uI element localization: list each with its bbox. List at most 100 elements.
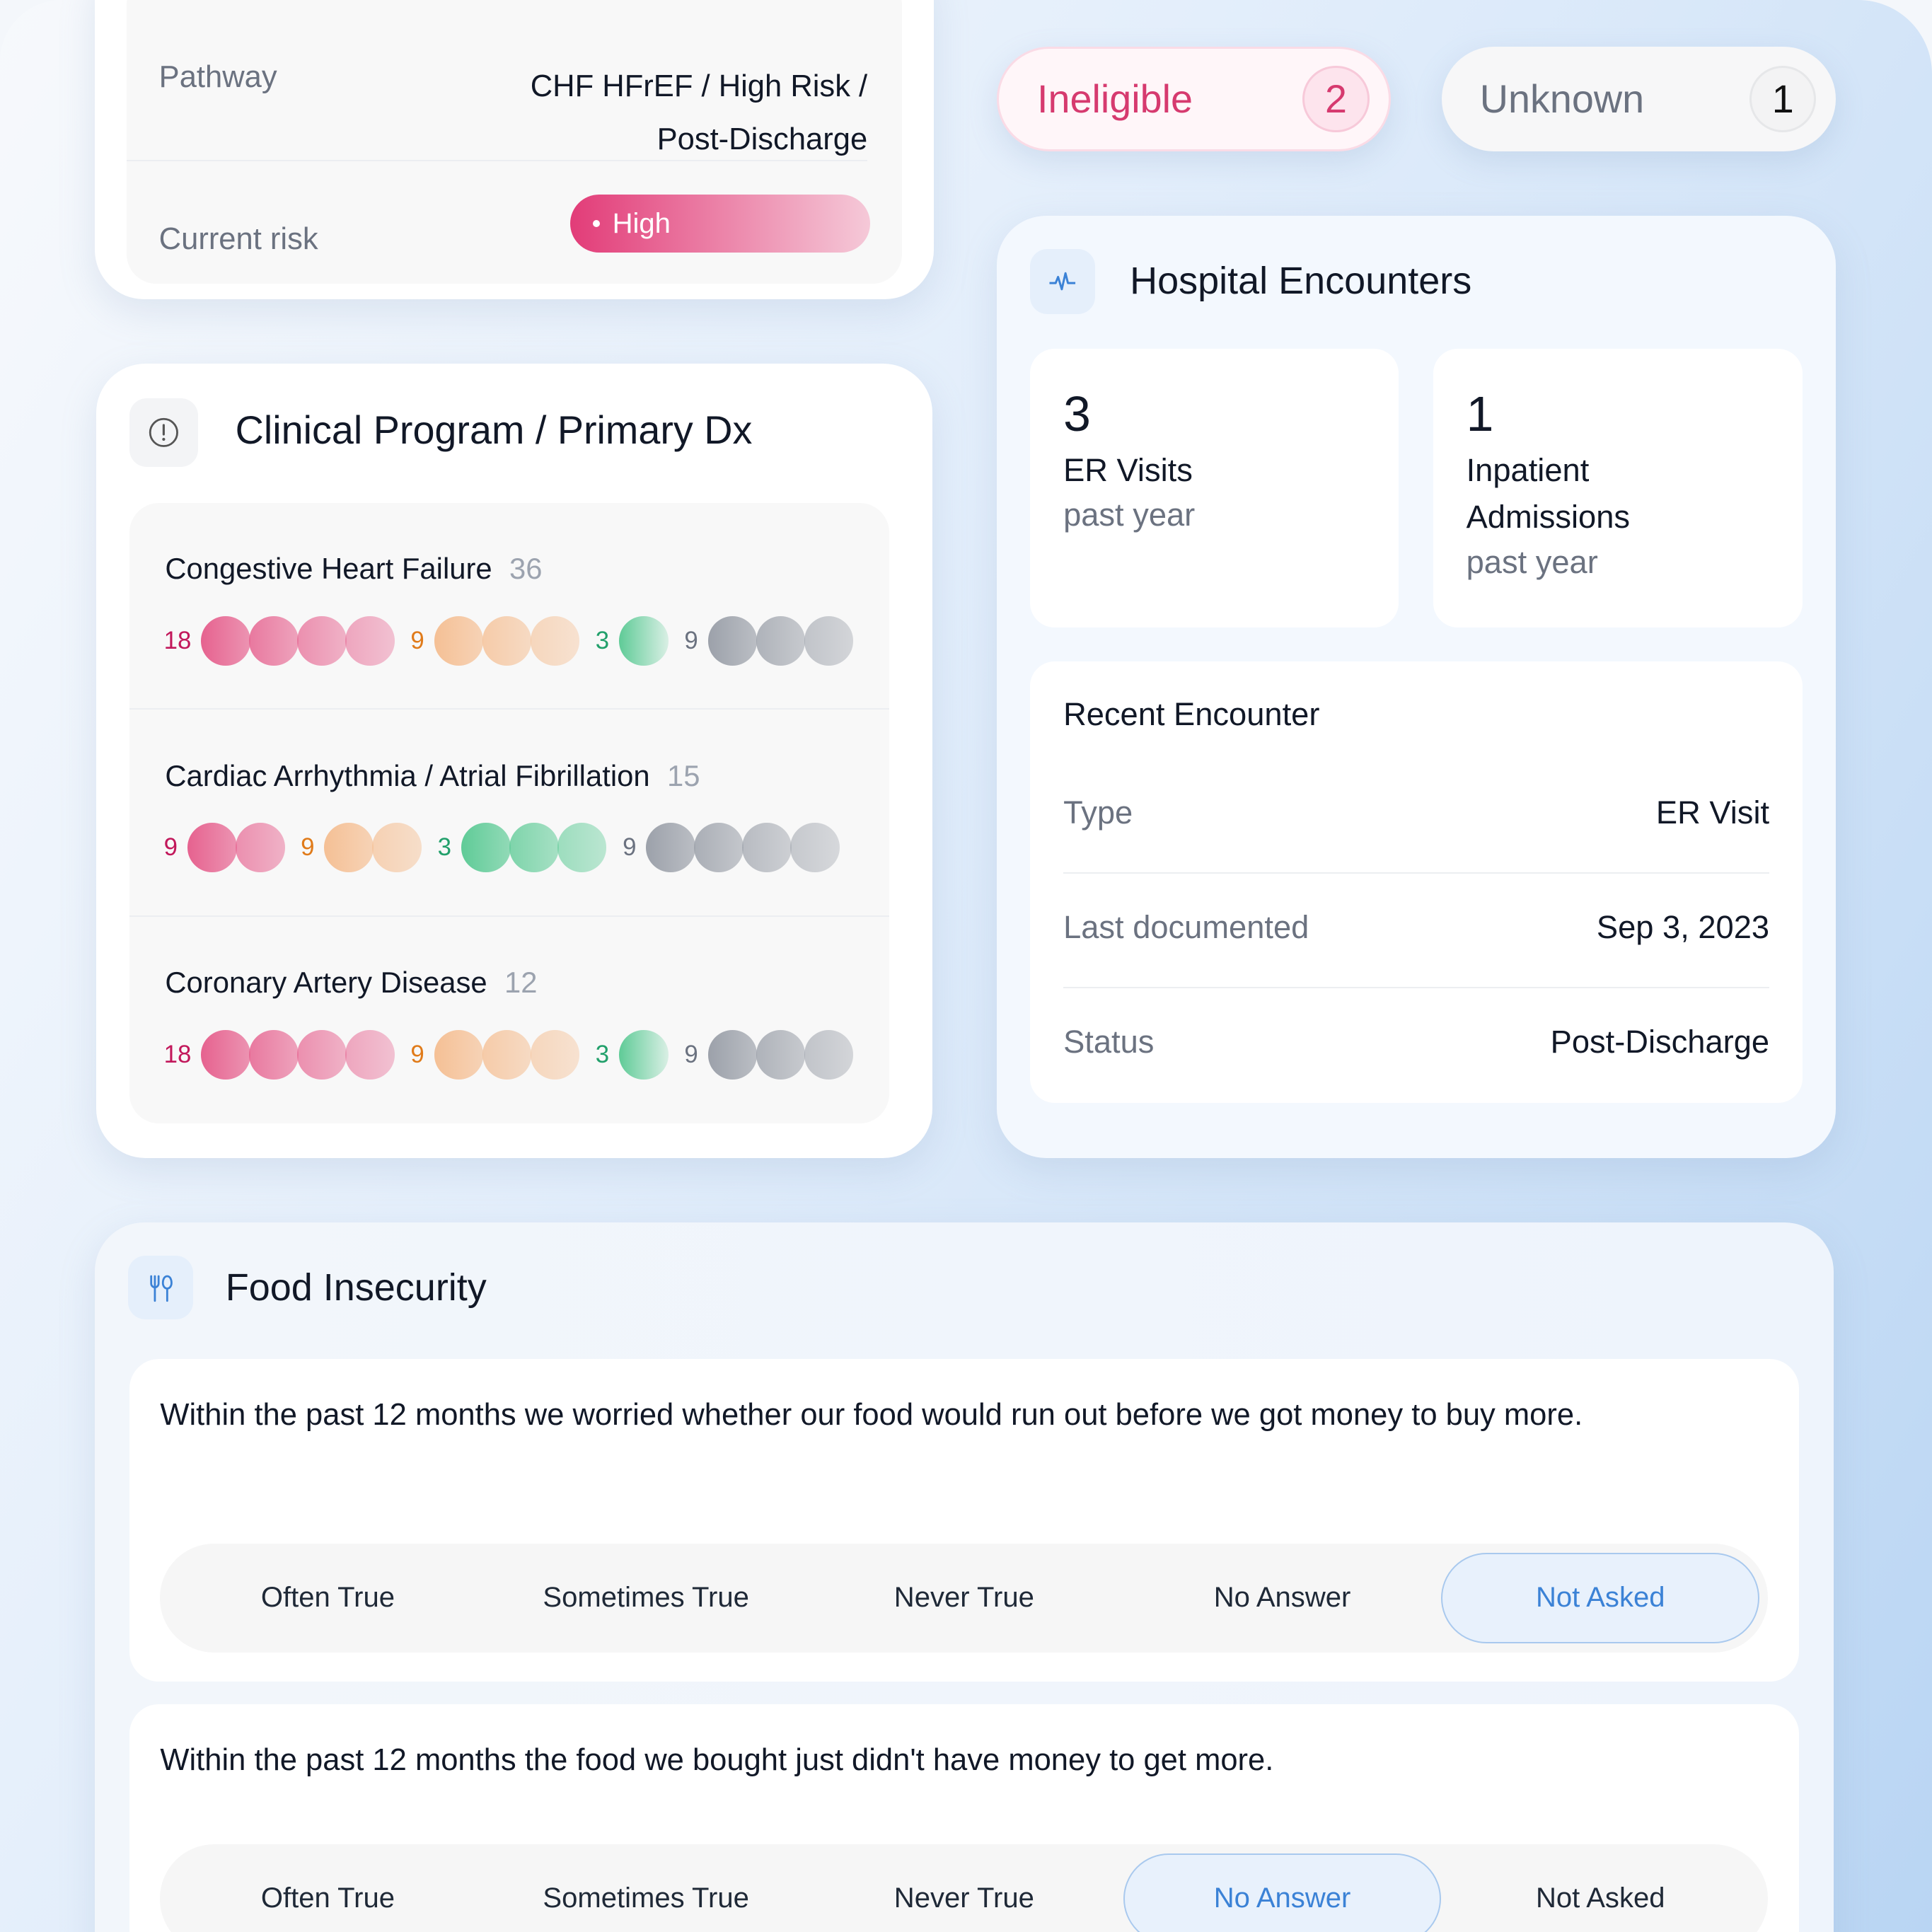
risk-group-green: 3 xyxy=(595,1030,669,1080)
risk-dot-icon xyxy=(592,219,601,228)
risk-group-count: 9 xyxy=(684,626,698,654)
answer-segmented-control: Often True Sometimes True Never True No Ans… xyxy=(160,1544,1769,1653)
risk-dot xyxy=(297,1030,347,1080)
hospital-encounters-title: Hospital Encounters xyxy=(1130,259,1472,302)
risk-dot xyxy=(790,823,840,873)
divider xyxy=(127,160,868,162)
risk-dot xyxy=(345,615,395,666)
answer-option[interactable]: Not Asked xyxy=(1441,1853,1759,1932)
diagnosis-row[interactable]: Cardiac Arrhythmia / Atrial Fibrillation… xyxy=(129,710,890,917)
diagnosis-label: Coronary Artery Disease xyxy=(165,966,487,1000)
risk-distribution: 9 9 3 9 xyxy=(163,823,856,873)
risk-value: High xyxy=(612,207,671,239)
diagnosis-row[interactable]: Congestive Heart Failure 36 18 9 3 9 xyxy=(129,503,890,710)
divider xyxy=(1063,872,1770,874)
er-visits-label: ER Visits xyxy=(1063,452,1193,489)
risk-group-pink: 18 xyxy=(163,615,395,666)
risk-dot xyxy=(249,1030,299,1080)
info-circle-icon xyxy=(129,398,199,468)
risk-dot xyxy=(707,1030,758,1080)
risk-distribution: 18 9 3 9 xyxy=(164,1030,869,1080)
diagnosis-name: Congestive Heart Failure 36 xyxy=(165,552,542,586)
risk-dot xyxy=(530,1030,580,1080)
pathway-value: CHF HFrEF / High Risk / Post-Discharge xyxy=(531,60,867,166)
answer-option[interactable]: No Answer xyxy=(1123,1853,1442,1932)
risk-group-orange: 9 xyxy=(301,823,422,873)
encounter-row-status: Status Post-Discharge xyxy=(1063,1024,1769,1060)
risk-dot xyxy=(619,1030,669,1080)
risk-badge: High xyxy=(570,195,870,253)
divider xyxy=(1063,987,1770,988)
risk-distribution: 18 9 3 9 xyxy=(163,615,869,666)
answer-option[interactable]: Never True xyxy=(805,1853,1123,1932)
risk-group-green: 3 xyxy=(596,615,669,666)
row-label: Last documented xyxy=(1063,909,1309,946)
diagnosis-row[interactable]: Coronary Artery Disease 12 18 9 3 9 xyxy=(129,917,890,1124)
row-value: Post-Discharge xyxy=(1550,1024,1770,1060)
risk-group-gray: 9 xyxy=(684,1030,854,1080)
er-visits-sub: past year xyxy=(1063,497,1196,533)
risk-group-count: 3 xyxy=(437,833,452,862)
risk-dot xyxy=(324,823,374,873)
answer-option[interactable]: Sometimes True xyxy=(487,1853,805,1932)
encounter-row-type: Type ER Visit xyxy=(1063,794,1769,831)
diagnosis-label: Cardiac Arrhythmia / Atrial Fibrillation xyxy=(165,758,650,792)
risk-dot xyxy=(804,615,854,666)
risk-group-count: 9 xyxy=(410,626,424,654)
risk-dot xyxy=(756,1030,806,1080)
risk-dot xyxy=(297,615,347,666)
risk-group-gray: 9 xyxy=(623,823,840,873)
diagnosis-name: Cardiac Arrhythmia / Atrial Fibrillation… xyxy=(165,759,700,793)
patient-dashboard: Pathway CHF HFrEF / High Risk / Post-Dis… xyxy=(0,0,1932,1932)
unknown-pill[interactable]: Unknown 1 xyxy=(1441,47,1836,152)
risk-dot xyxy=(482,615,532,666)
risk-group-gray: 9 xyxy=(684,615,854,666)
answer-option[interactable]: Often True xyxy=(169,1853,487,1932)
risk-group-count: 18 xyxy=(163,1040,192,1068)
risk-group-count: 9 xyxy=(410,1040,424,1068)
er-visits-stat: 3 ER Visits past year xyxy=(1030,348,1399,627)
risk-group-count: 9 xyxy=(163,833,178,862)
row-label: Status xyxy=(1063,1024,1155,1060)
unknown-count: 1 xyxy=(1749,66,1817,133)
risk-group-count: 3 xyxy=(595,1040,610,1068)
risk-dot xyxy=(530,615,580,666)
er-visits-value: 3 xyxy=(1063,386,1091,442)
activity-pulse-icon xyxy=(1030,248,1096,315)
risk-group-pink: 18 xyxy=(163,1030,395,1080)
ineligible-pill[interactable]: Ineligible 2 xyxy=(997,47,1392,152)
row-label: Type xyxy=(1063,794,1133,831)
encounter-row-last-documented: Last documented Sep 3, 2023 xyxy=(1063,909,1769,946)
risk-dot xyxy=(201,615,250,666)
risk-dot xyxy=(804,1030,854,1080)
inpatient-sub: past year xyxy=(1466,543,1598,580)
diagnosis-label: Congestive Heart Failure xyxy=(165,552,492,586)
ineligible-label: Ineligible xyxy=(1037,77,1193,122)
hospital-encounters-card: Hospital Encounters 3 ER Visits past yea… xyxy=(997,215,1836,1159)
answer-option[interactable]: Often True xyxy=(169,1553,487,1644)
inpatient-value: 1 xyxy=(1466,386,1494,442)
inpatient-label-line1: Inpatient xyxy=(1466,452,1590,489)
answer-option[interactable]: No Answer xyxy=(1123,1553,1442,1644)
row-value: Sep 3, 2023 xyxy=(1596,909,1770,946)
risk-dot xyxy=(372,823,422,873)
answer-option[interactable]: Sometimes True xyxy=(487,1553,805,1644)
risk-dot xyxy=(434,1030,484,1080)
risk-dot xyxy=(619,615,669,666)
risk-group-count: 9 xyxy=(684,1040,698,1068)
risk-dot xyxy=(756,615,806,666)
risk-dot xyxy=(249,615,299,666)
question-card-1: Within the past 12 months we worried whe… xyxy=(129,1359,1799,1682)
risk-group-orange: 9 xyxy=(410,1030,580,1080)
risk-dot xyxy=(345,1030,395,1080)
diagnosis-count: 15 xyxy=(666,758,700,792)
risk-group-count: 9 xyxy=(623,833,637,862)
answer-option[interactable]: Not Asked xyxy=(1441,1552,1760,1644)
risk-dot xyxy=(694,823,744,873)
answer-option[interactable]: Never True xyxy=(805,1553,1123,1644)
risk-dot xyxy=(201,1030,250,1080)
food-insecurity-title: Food Insecurity xyxy=(225,1266,487,1309)
inpatient-admissions-stat: 1 Inpatient Admissions past year xyxy=(1433,348,1803,627)
risk-group-count: 18 xyxy=(163,626,192,654)
risk-dot xyxy=(707,615,758,666)
